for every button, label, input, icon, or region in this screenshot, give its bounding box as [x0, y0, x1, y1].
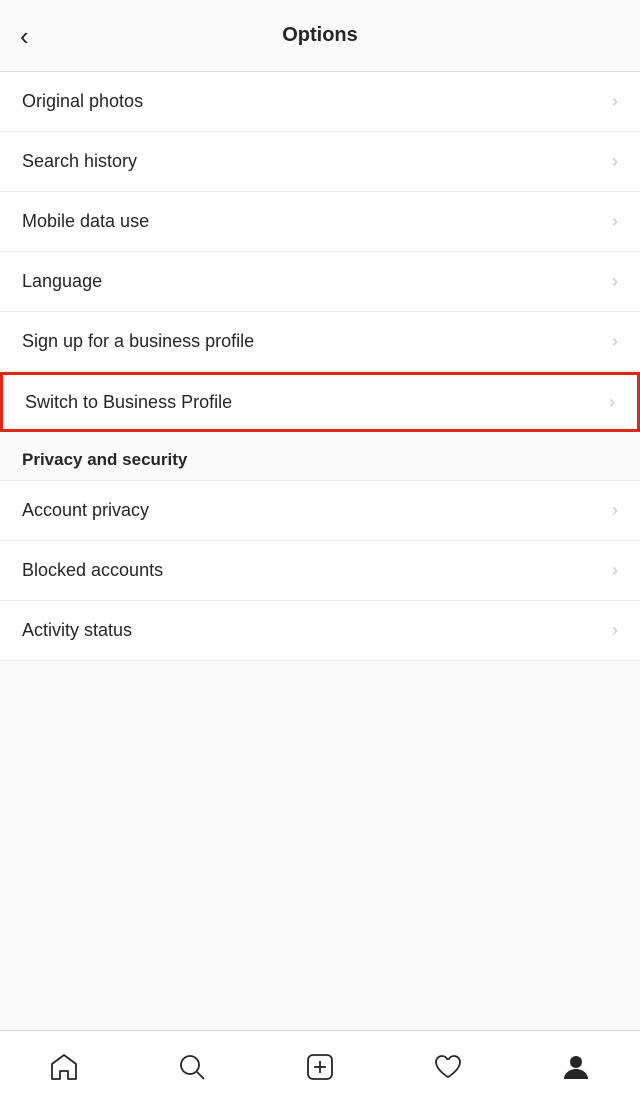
menu-list: Original photos › Search history › Mobil…: [0, 72, 640, 432]
menu-item-search-history[interactable]: Search history ›: [0, 132, 640, 192]
header: ‹ Options: [0, 0, 640, 72]
nav-heart[interactable]: [423, 1042, 473, 1092]
chevron-icon: ›: [612, 560, 618, 581]
menu-item-sign-up-business[interactable]: Sign up for a business profile ›: [0, 312, 640, 372]
privacy-menu-list: Account privacy › Blocked accounts › Act…: [0, 481, 640, 661]
menu-item-account-privacy[interactable]: Account privacy ›: [0, 481, 640, 541]
chevron-icon: ›: [612, 151, 618, 172]
plus-icon: [305, 1052, 335, 1082]
nav-profile[interactable]: [551, 1042, 601, 1092]
page-title: Options: [282, 24, 358, 47]
chevron-icon: ›: [612, 331, 618, 352]
search-icon: [177, 1052, 207, 1082]
menu-item-blocked-accounts[interactable]: Blocked accounts ›: [0, 541, 640, 601]
menu-item-language[interactable]: Language ›: [0, 252, 640, 312]
profile-icon: [561, 1052, 591, 1082]
nav-home[interactable]: [39, 1042, 89, 1092]
home-icon: [49, 1052, 79, 1082]
nav-search[interactable]: [167, 1042, 217, 1092]
section-title: Privacy and security: [22, 450, 187, 469]
heart-icon: [433, 1052, 463, 1082]
chevron-icon: ›: [612, 500, 618, 521]
bottom-nav: [0, 1030, 640, 1102]
chevron-icon: ›: [609, 392, 615, 413]
section-header-privacy: Privacy and security: [0, 432, 640, 481]
menu-item-mobile-data-use[interactable]: Mobile data use ›: [0, 192, 640, 252]
menu-item-activity-status[interactable]: Activity status ›: [0, 601, 640, 661]
menu-item-switch-to-business[interactable]: Switch to Business Profile ›: [0, 372, 640, 432]
chevron-icon: ›: [612, 91, 618, 112]
back-button[interactable]: ‹: [20, 23, 29, 49]
chevron-icon: ›: [612, 211, 618, 232]
nav-plus[interactable]: [295, 1042, 345, 1092]
chevron-icon: ›: [612, 271, 618, 292]
chevron-icon: ›: [612, 620, 618, 641]
menu-item-original-photos[interactable]: Original photos ›: [0, 72, 640, 132]
